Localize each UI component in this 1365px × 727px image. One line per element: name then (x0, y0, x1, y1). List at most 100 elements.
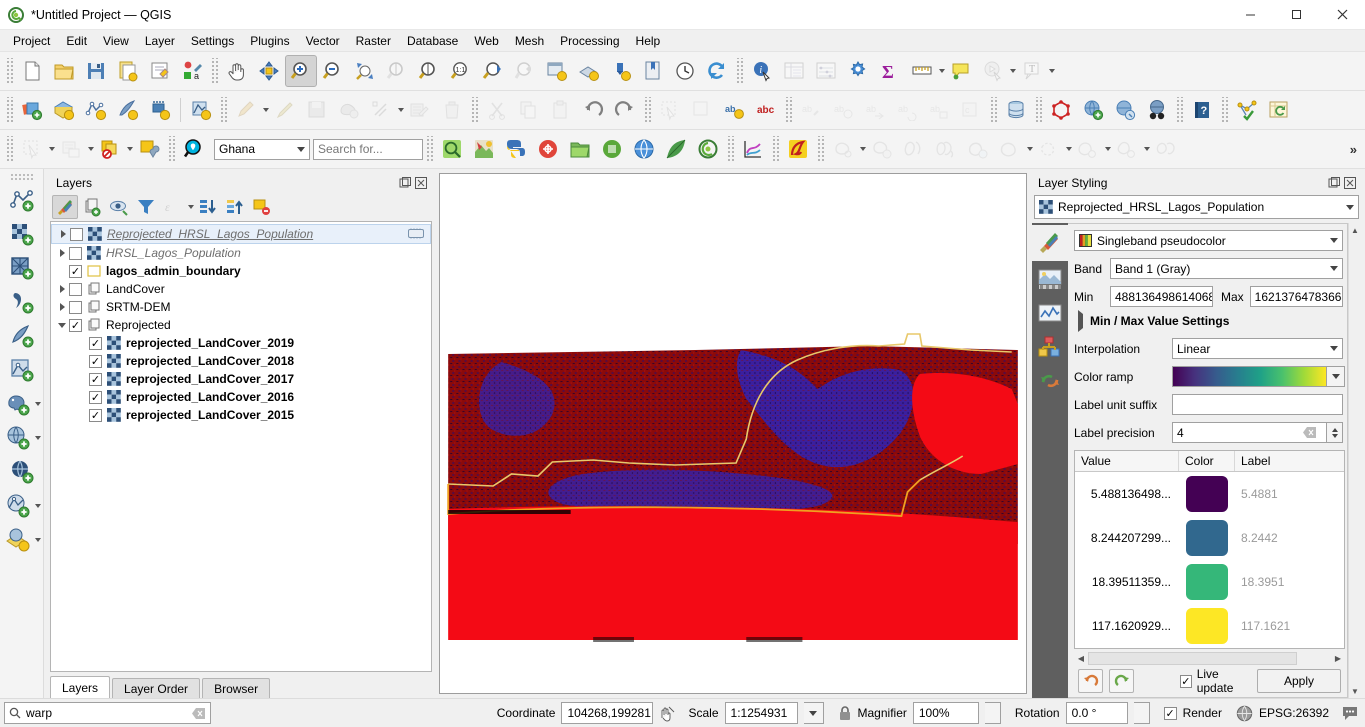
toolbar-grip[interactable] (784, 97, 793, 123)
layer-tree-item[interactable]: SRTM-DEM (51, 298, 431, 316)
plot-icon[interactable] (737, 133, 769, 165)
collapse-all-icon[interactable] (222, 195, 248, 219)
toolbar-grip[interactable] (470, 97, 479, 123)
geocoder-search-icon[interactable] (178, 133, 210, 165)
refresh-icon[interactable] (605, 55, 637, 87)
qgis-cloud-icon[interactable] (692, 133, 724, 165)
zoom-next-icon[interactable] (509, 55, 541, 87)
deselect-all-icon[interactable] (94, 133, 126, 165)
toolbar-grip[interactable] (1175, 97, 1184, 123)
open-layer-styling-icon[interactable] (52, 195, 78, 219)
options-icon[interactable] (842, 55, 874, 87)
save-project-as-icon[interactable] (112, 55, 144, 87)
select-by-location-icon[interactable] (133, 133, 165, 165)
expand-all-icon[interactable] (195, 195, 221, 219)
map-canvas[interactable] (439, 173, 1027, 694)
scroll-right-icon[interactable]: ▶ (1331, 652, 1345, 665)
remove-layer-icon[interactable] (249, 195, 275, 219)
ramp-row-color-swatch[interactable] (1179, 608, 1235, 644)
scale-input[interactable]: 1:1254931 (724, 702, 798, 724)
select-by-rectangle-icon[interactable] (16, 133, 48, 165)
add-spatialite-layer-icon[interactable] (6, 354, 38, 386)
refresh-attributes-icon[interactable] (1263, 94, 1295, 126)
redo-icon[interactable] (1109, 669, 1135, 693)
annotation-dropdown-icon[interactable] (1049, 69, 1055, 73)
layer-tree-item[interactable]: HRSL_Lagos_Population (51, 244, 431, 262)
color-ramp-dropdown-icon[interactable] (1327, 366, 1345, 387)
styling-layer-select[interactable]: Reprojected_HRSL_Lagos_Population (1034, 195, 1359, 219)
layer-tree-item[interactable]: ✓ reprojected_LandCover_2018 (71, 352, 431, 370)
toolbar-grip[interactable] (1034, 97, 1043, 123)
new-project-icon[interactable] (16, 55, 48, 87)
menu-plugins[interactable]: Plugins (242, 31, 297, 51)
ramp-row-color-swatch[interactable] (1179, 520, 1235, 556)
locator-search-input[interactable]: warp (4, 702, 211, 724)
ramp-row-value[interactable]: 5.488136498... (1075, 487, 1179, 501)
layer-visibility-checkbox[interactable]: ✓ (69, 318, 82, 332)
undo-icon[interactable] (1078, 669, 1104, 693)
toolbar-grip[interactable] (1220, 97, 1229, 123)
hscroll-track[interactable] (1088, 651, 1331, 665)
symbology-icon[interactable] (1032, 225, 1068, 261)
zoom-full-icon[interactable] (349, 55, 381, 87)
min-input[interactable]: 4881364986140682 (1110, 286, 1213, 307)
filter-dropdown-icon[interactable] (188, 205, 194, 209)
run-feature-action-icon[interactable] (977, 55, 1009, 87)
ramp-row-color-swatch[interactable] (1179, 476, 1235, 512)
add-wfs-layer-icon[interactable] (6, 456, 38, 488)
toolbar-grip[interactable] (816, 136, 825, 162)
styling-vscrollbar[interactable]: ▲ ▼ (1348, 223, 1362, 698)
toolbar-grip[interactable] (219, 97, 228, 123)
toolbar-grip[interactable] (167, 136, 176, 162)
filter-legend-expression-icon[interactable]: ε (160, 195, 186, 219)
ramp-table-hscrollbar[interactable]: ◀ ▶ (1074, 651, 1345, 665)
vertex-tool-icon[interactable] (365, 94, 397, 126)
toolbar-grip[interactable] (5, 58, 14, 84)
multipart-to-single-icon[interactable] (1150, 133, 1182, 165)
color-swatch[interactable] (1186, 564, 1228, 600)
union-icon[interactable] (994, 133, 1026, 165)
processing-toolbox-icon[interactable] (1231, 94, 1263, 126)
select-by-form-icon[interactable] (55, 133, 87, 165)
geoprocessing-buffer-icon[interactable] (827, 133, 859, 165)
pan-to-selection-icon[interactable] (253, 55, 285, 87)
close-panel-icon[interactable] (1343, 176, 1357, 190)
abc-label-icon[interactable]: abc (750, 94, 782, 126)
minmax-settings-row[interactable]: Min / Max Value Settings (1074, 310, 1345, 332)
scroll-left-icon[interactable]: ◀ (1074, 652, 1088, 665)
pan-map-icon[interactable] (221, 55, 253, 87)
topology-checker-icon[interactable] (1045, 94, 1077, 126)
color-ramp-table[interactable]: Value Color Label 5.488136498... 5.4881 8.… (1074, 450, 1345, 649)
transparency-icon[interactable] (1034, 263, 1066, 295)
postgis-dropdown-icon[interactable] (35, 402, 41, 406)
scroll-down-icon[interactable]: ▼ (1348, 684, 1362, 698)
menu-database[interactable]: Database (399, 31, 466, 51)
layer-tree-item[interactable]: ✓ reprojected_LandCover_2017 (71, 370, 431, 388)
apply-button[interactable]: Apply (1256, 669, 1341, 693)
magnifier-stepper[interactable] (984, 702, 1001, 724)
eliminate-icon[interactable] (1072, 133, 1104, 165)
digitize-shape-icon[interactable] (782, 133, 814, 165)
toolbar-grip[interactable] (210, 58, 219, 84)
crs-globe-icon[interactable] (1236, 705, 1253, 722)
expand-arrow-icon[interactable] (55, 285, 69, 293)
max-input[interactable]: 1621376478366301 (1249, 286, 1343, 307)
zoom-out-icon[interactable] (317, 55, 349, 87)
field-calculator-icon[interactable] (810, 55, 842, 87)
ramp-row-label[interactable]: 18.3951 (1235, 575, 1344, 589)
add-mesh-layer-icon[interactable] (6, 252, 38, 284)
hscroll-thumb[interactable] (1088, 651, 1297, 665)
add-group-icon[interactable] (79, 195, 105, 219)
menu-project[interactable]: Project (5, 31, 58, 51)
deselect-icon[interactable] (686, 94, 718, 126)
layer-visibility-checkbox[interactable]: ✓ (69, 264, 82, 278)
toolbar-grip[interactable] (735, 58, 744, 84)
add-wms-layer-icon[interactable] (2, 422, 34, 454)
arcgis-dropdown-icon[interactable] (35, 538, 41, 542)
add-arcgis-layer-icon[interactable] (2, 524, 34, 556)
add-virtual-layer-icon[interactable] (144, 94, 176, 126)
modify-attributes-icon[interactable] (404, 94, 436, 126)
layer-visibility-checkbox[interactable]: ✓ (89, 408, 102, 422)
add-virtual-layer-icon[interactable] (6, 320, 38, 352)
open-folder-icon[interactable] (564, 133, 596, 165)
